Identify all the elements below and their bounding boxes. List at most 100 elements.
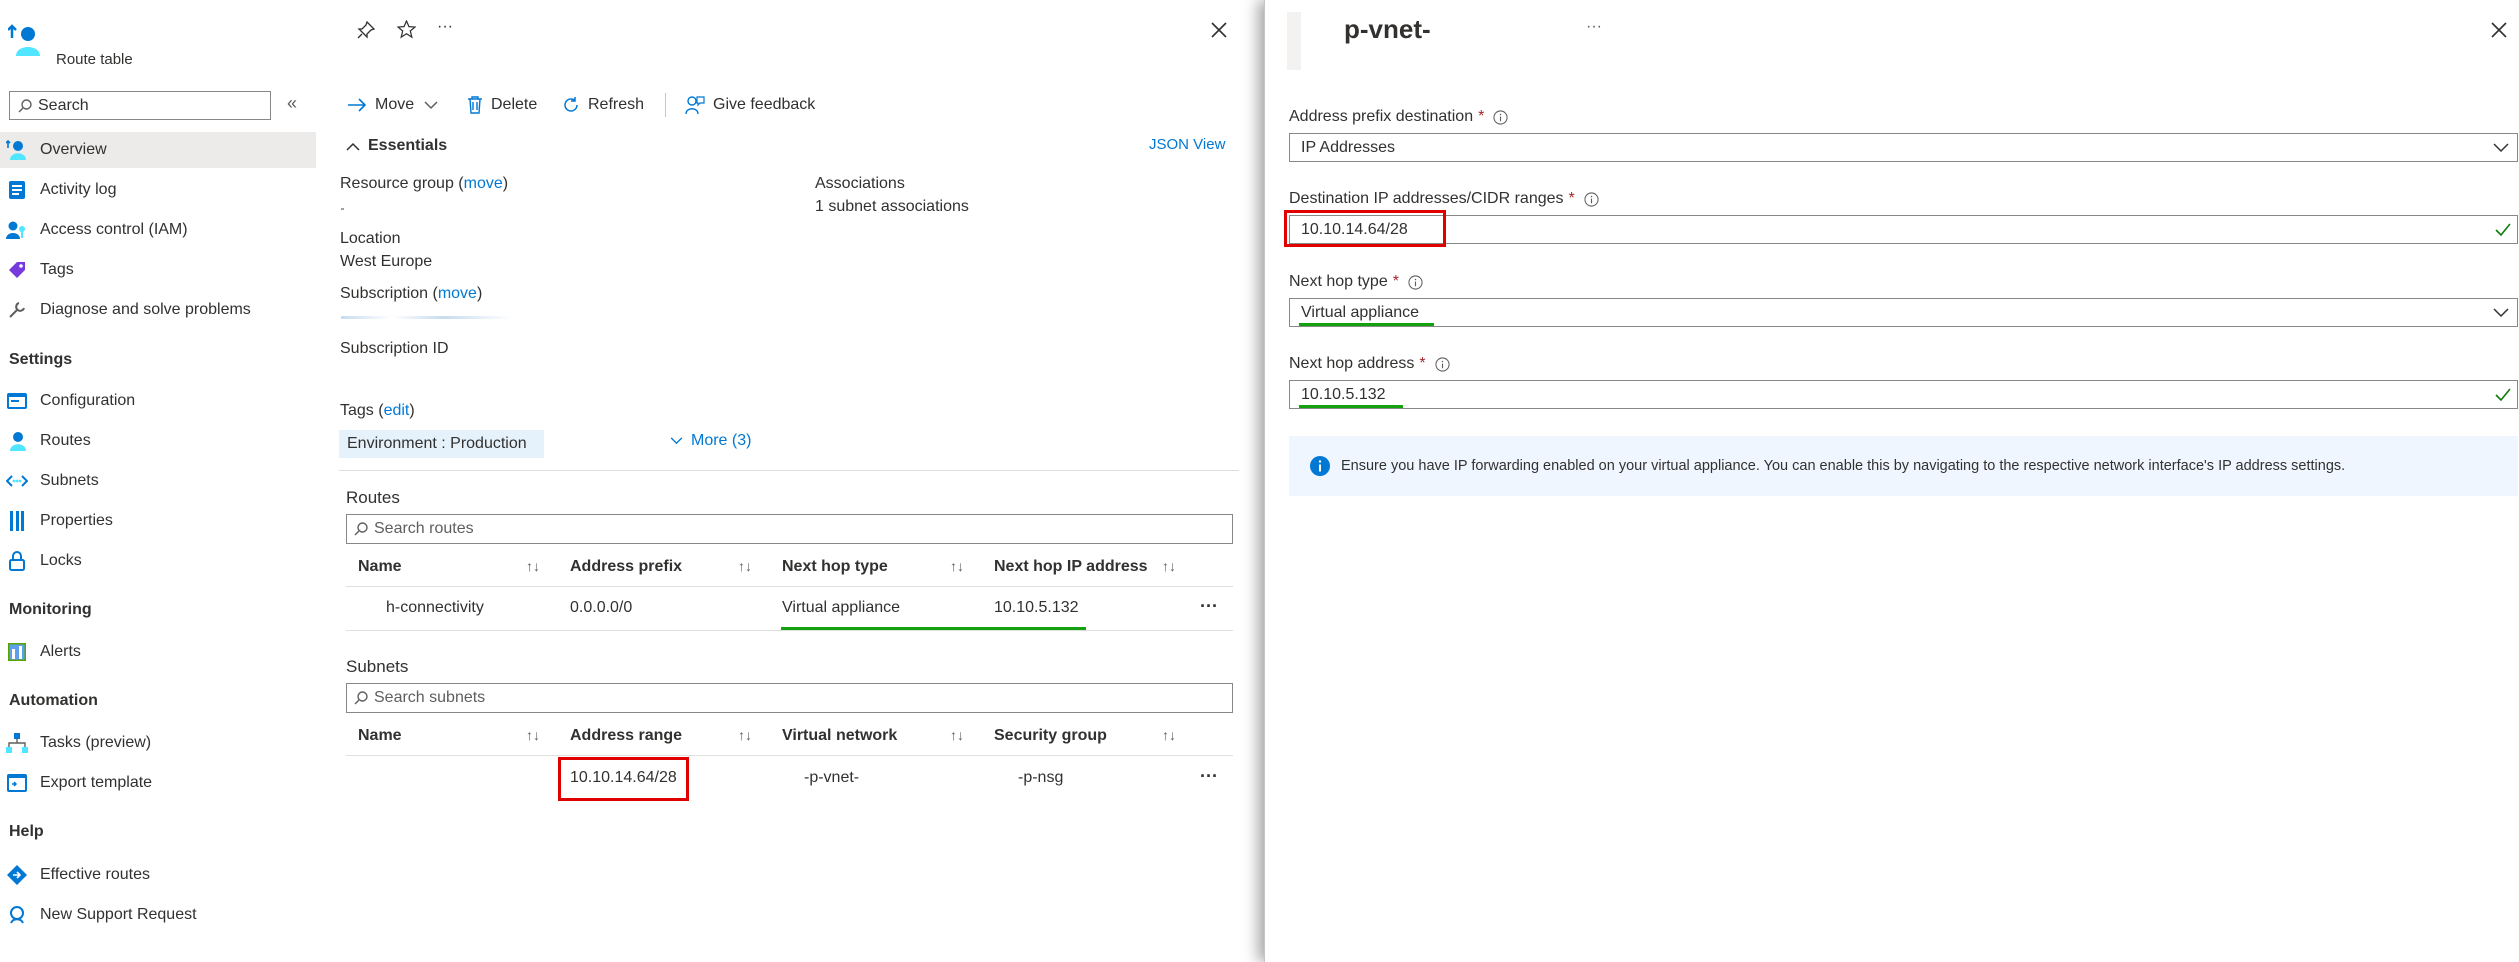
move-button[interactable]: Move	[347, 92, 438, 118]
support-icon	[6, 904, 28, 926]
routes-col-name[interactable]: Name	[358, 558, 402, 576]
destination-ip-input[interactable]: 10.10.14.64/28	[1289, 215, 2518, 244]
nav-item-export-template[interactable]: Export template	[0, 765, 316, 801]
nav-item-locks[interactable]: Locks	[0, 543, 316, 579]
tasks-icon	[6, 732, 28, 754]
blade-subtitle: Route table	[56, 51, 133, 68]
search-icon	[354, 522, 368, 536]
json-view-link[interactable]: JSON View	[1149, 136, 1225, 153]
panel-more-icon[interactable]: ···	[1586, 18, 1602, 36]
highlight-box	[1284, 210, 1446, 247]
wrench-icon	[6, 299, 28, 321]
sort-icon[interactable]: ↑↓	[1162, 727, 1176, 743]
sort-icon[interactable]: ↑↓	[526, 727, 540, 743]
properties-icon	[6, 510, 28, 532]
more-options-icon[interactable]: ···	[437, 18, 453, 36]
collapse-menu-icon[interactable]: «	[287, 93, 297, 114]
give-feedback-button[interactable]: Give feedback	[685, 92, 815, 118]
subnets-col-range[interactable]: Address range	[570, 727, 682, 745]
more-tags-link[interactable]: More (3)	[670, 432, 751, 450]
delete-button[interactable]: Delete	[467, 92, 537, 118]
export-template-icon	[6, 772, 28, 794]
subscription-move-link[interactable]: move	[438, 285, 477, 302]
add-route-panel: p-vnet- ··· Address prefix destination * …	[1264, 0, 2519, 962]
info-icon[interactable]	[1408, 274, 1423, 290]
essentials-toggle[interactable]: Essentials	[346, 137, 447, 155]
info-icon[interactable]	[1493, 109, 1508, 125]
tags-label: Tags (edit)	[340, 402, 415, 419]
route-table-icon	[8, 22, 44, 58]
subnets-section-title: Subnets	[346, 657, 409, 676]
search-routes-input[interactable]: Search routes	[346, 514, 1233, 544]
nav-item-tags[interactable]: Tags	[0, 252, 316, 288]
close-icon[interactable]	[1211, 22, 1227, 38]
arrow-right-icon	[348, 98, 367, 112]
tag-pill: Environment : Production	[339, 430, 544, 458]
table-row[interactable]: 10.10.14.64/28 -p-vnet- -p-nsg ···	[346, 760, 1233, 800]
alerts-icon	[6, 641, 28, 663]
address-prefix-dropdown[interactable]: IP Addresses	[1289, 133, 2518, 162]
row-more-icon[interactable]: ···	[1200, 596, 1218, 617]
chevron-down-icon	[670, 437, 683, 445]
nav-item-overview[interactable]: Overview	[0, 132, 316, 168]
overview-icon	[6, 139, 28, 161]
address-prefix-label: Address prefix destination *	[1289, 108, 1508, 126]
sort-icon[interactable]: ↑↓	[738, 727, 752, 743]
routes-col-hop-ip[interactable]: Next hop IP address	[994, 558, 1148, 576]
nav-item-configuration[interactable]: Configuration	[0, 383, 316, 419]
routes-col-hop-type[interactable]: Next hop type	[782, 558, 888, 576]
table-row[interactable]: h-connectivity 0.0.0.0/0 Virtual applian…	[346, 590, 1233, 630]
next-hop-type-dropdown[interactable]: Virtual appliance	[1289, 298, 2518, 327]
menu-search-input[interactable]: Search	[9, 91, 271, 120]
close-icon[interactable]	[2491, 22, 2507, 38]
routes-header-divider	[346, 586, 1233, 587]
chevron-down-icon	[424, 100, 438, 109]
search-subnets-input[interactable]: Search subnets	[346, 683, 1233, 713]
info-icon[interactable]	[1435, 356, 1450, 372]
favorite-star-icon[interactable]	[397, 20, 416, 39]
resource-menu: Route table Search « Overview Activity l…	[0, 0, 316, 962]
highlight-underline	[1299, 323, 1434, 326]
info-icon[interactable]	[1584, 191, 1599, 207]
info-icon	[1310, 456, 1330, 476]
location-value: West Europe	[340, 253, 433, 270]
subnets-col-name[interactable]: Name	[358, 727, 402, 745]
nav-item-effective-routes[interactable]: Effective routes	[0, 857, 316, 893]
nav-item-diagnose[interactable]: Diagnose and solve problems	[0, 292, 316, 328]
sort-icon[interactable]: ↑↓	[526, 558, 540, 574]
nav-item-properties[interactable]: Properties	[0, 503, 316, 539]
search-icon	[354, 691, 368, 705]
activity-log-icon	[6, 179, 28, 201]
nav-item-support-request[interactable]: New Support Request	[0, 897, 316, 933]
nav-item-tasks[interactable]: Tasks (preview)	[0, 725, 316, 761]
tags-edit-link[interactable]: edit	[384, 402, 410, 419]
sort-icon[interactable]: ↑↓	[950, 727, 964, 743]
sort-icon[interactable]: ↑↓	[1162, 558, 1176, 574]
nav-item-alerts[interactable]: Alerts	[0, 634, 316, 670]
resource-group-move-link[interactable]: move	[464, 175, 503, 192]
refresh-button[interactable]: Refresh	[562, 92, 644, 118]
resource-group-label: Resource group (move)	[340, 175, 509, 192]
chevron-down-icon	[2493, 308, 2509, 318]
search-icon	[18, 98, 32, 112]
sort-icon[interactable]: ↑↓	[950, 558, 964, 574]
subnets-col-vnet[interactable]: Virtual network	[782, 727, 897, 745]
next-hop-address-input[interactable]: 10.10.5.132	[1289, 380, 2518, 409]
nav-item-activity-log[interactable]: Activity log	[0, 172, 316, 208]
toolbar-divider	[665, 93, 666, 117]
feedback-icon	[685, 96, 705, 115]
destination-ip-label: Destination IP addresses/CIDR ranges *	[1289, 190, 1599, 208]
tag-icon	[6, 259, 28, 281]
subnets-col-nsg[interactable]: Security group	[994, 727, 1107, 745]
sort-icon[interactable]: ↑↓	[738, 558, 752, 574]
row-more-icon[interactable]: ···	[1200, 766, 1218, 787]
nav-item-routes[interactable]: Routes	[0, 423, 316, 459]
nav-item-subnets[interactable]: Subnets	[0, 463, 316, 499]
routes-col-prefix[interactable]: Address prefix	[570, 558, 682, 576]
check-icon	[2495, 388, 2511, 401]
next-hop-type-label: Next hop type *	[1289, 273, 1423, 291]
nav-item-access-control[interactable]: Access control (IAM)	[0, 212, 316, 248]
subscription-value-redacted[interactable]	[341, 316, 511, 319]
pin-icon[interactable]	[357, 21, 375, 39]
nav-group-settings: Settings	[9, 351, 73, 368]
